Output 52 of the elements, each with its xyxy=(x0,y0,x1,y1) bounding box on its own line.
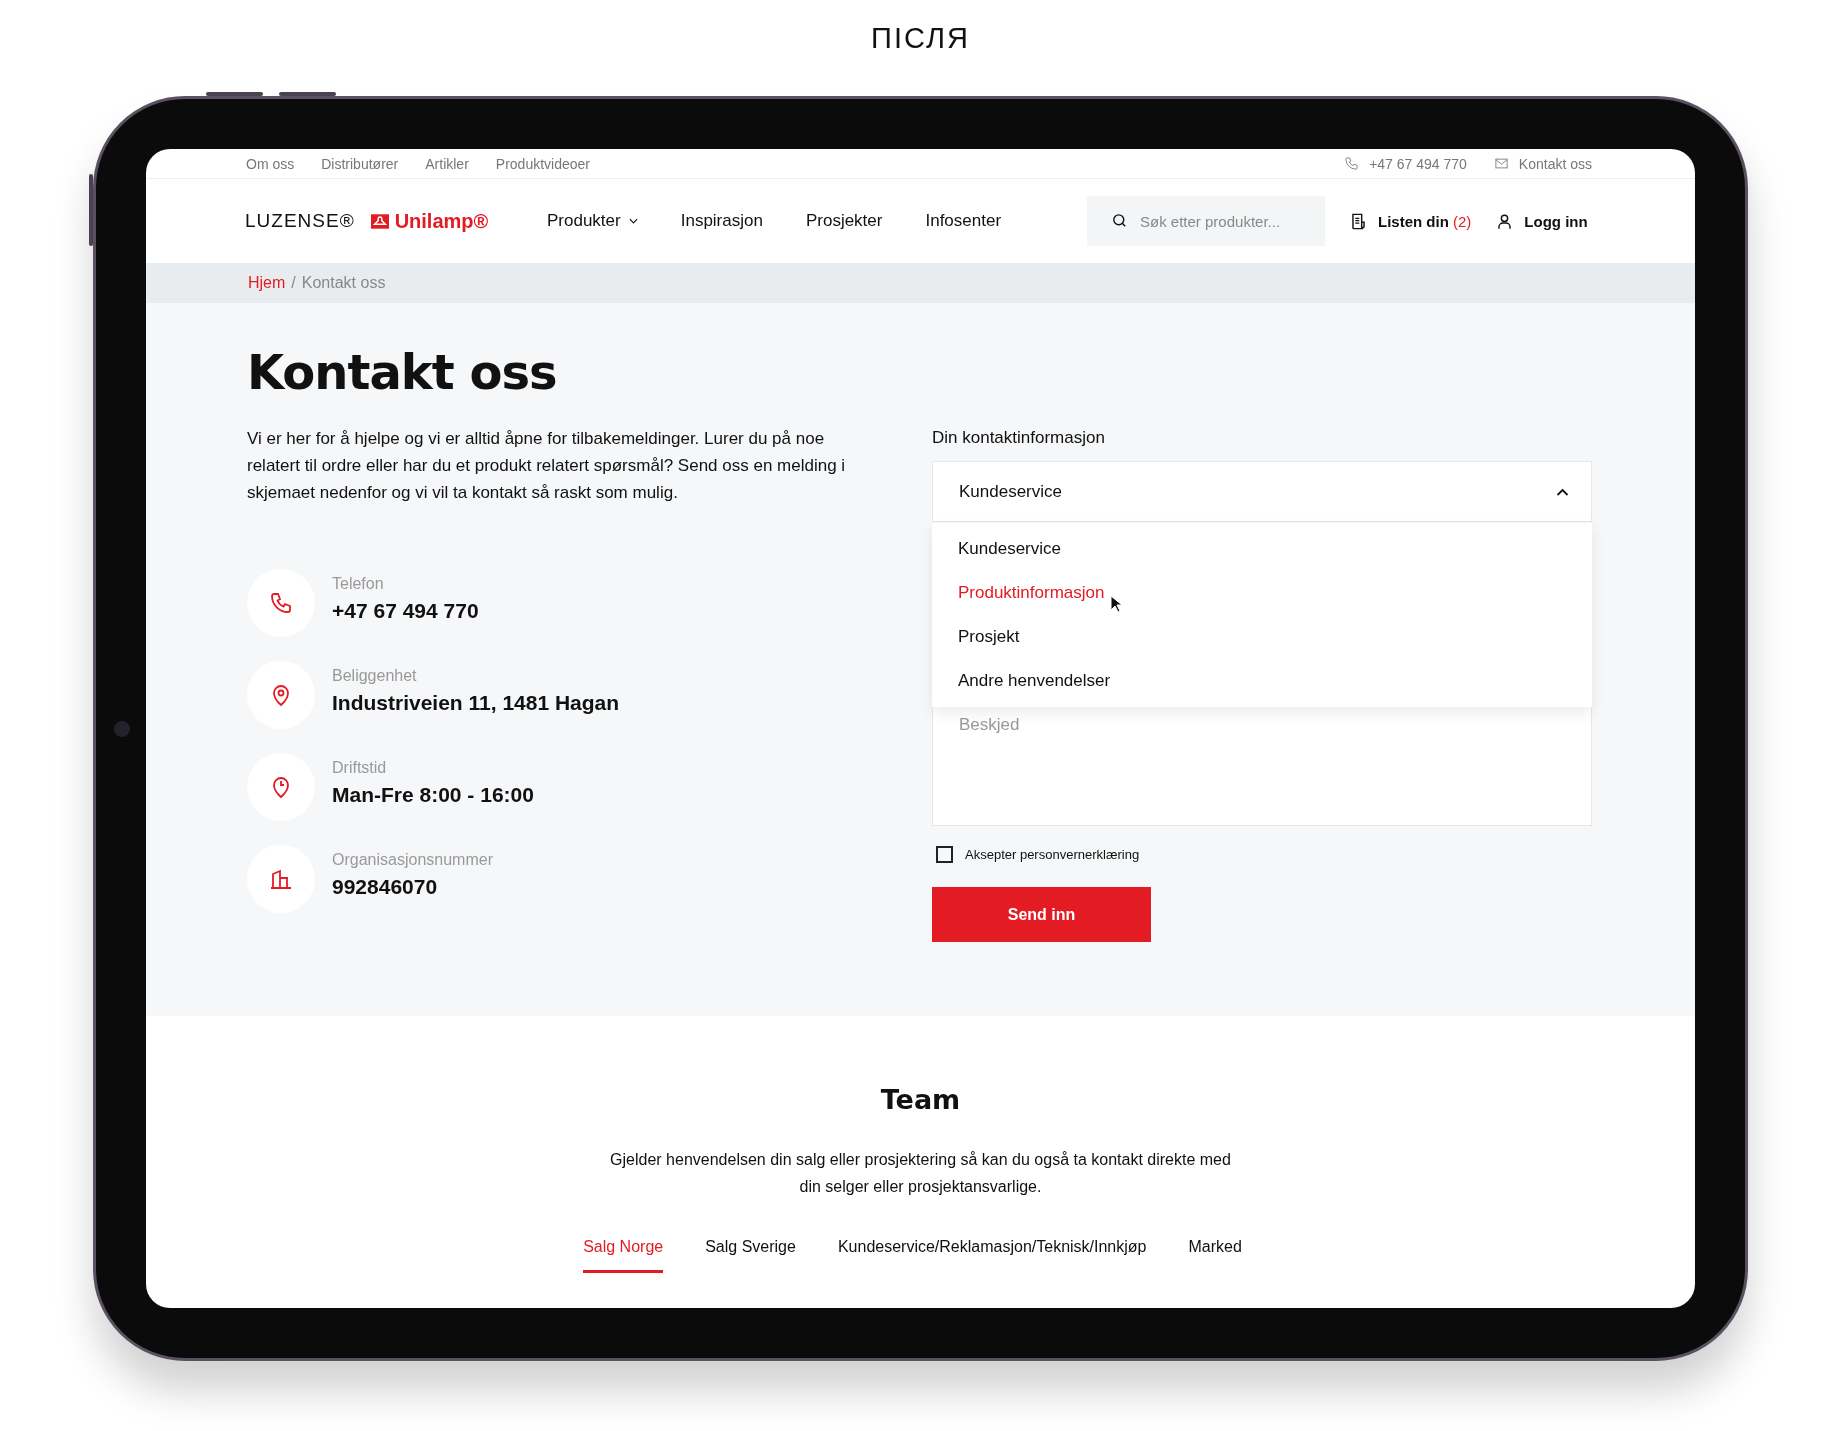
login-link[interactable]: Logg inn xyxy=(1524,212,1588,230)
dropdown-option[interactable]: Produktinformasjon xyxy=(932,571,1111,615)
brand-logo[interactable]: Unilamp® xyxy=(394,209,489,233)
contact-label: Beliggenhet xyxy=(332,667,418,685)
contact-value: Man-Fre 8:00 - 16:00 xyxy=(332,783,534,807)
contact-label: Driftstid xyxy=(332,759,388,777)
mouse-cursor-icon xyxy=(1110,595,1123,613)
phone-link[interactable]: +47 67 494 770 xyxy=(1369,155,1467,172)
team-text: Gjelder henvendelsen din salg eller prosjektering så kan du også ta kontakt direkte med din selger eller prosjektansvarlige. xyxy=(609,1150,1232,1197)
breadcrumb-item[interactable]: Hjem xyxy=(248,274,286,292)
brand-logo[interactable]: LUZENSE® xyxy=(245,210,355,232)
intro-text: Vi er her for å hjelpe og vi er alltid åpne for tilbakemeldinger. Lurer du på noe relatert til ordre eller har du et produkt relatert spørsmål? Send oss en melding i skjemaet nedenfor og vi vil ta kontakt så raskt som mulig. xyxy=(247,428,847,504)
mail-icon xyxy=(1493,156,1509,171)
search-field[interactable]: Søk etter produkter... xyxy=(1087,196,1325,246)
search-icon xyxy=(1111,212,1128,229)
team-tab[interactable]: Kundeservice/Reklamasjon/Teknisk/Innkjøp xyxy=(837,1230,1147,1273)
page-title: Kontakt oss xyxy=(247,343,558,401)
form-label: Din kontaktinformasjon xyxy=(932,427,1106,449)
contact-value: Industriveien 11, 1481 Hagan xyxy=(332,691,620,715)
dropdown-option[interactable]: Prosjekt xyxy=(932,615,1026,659)
contact-label: Organisasjonsnummer xyxy=(332,851,493,869)
nav-link[interactable]: Prosjekter xyxy=(805,211,883,231)
submit-button[interactable]: Send inn xyxy=(932,887,1151,942)
breadcrumb-separator: / xyxy=(291,274,296,292)
contact-label: Telefon xyxy=(332,575,385,593)
contact-value: 992846070 xyxy=(332,875,439,899)
top-link[interactable]: Om oss xyxy=(246,155,295,172)
phone-icon xyxy=(269,591,293,615)
dropdown-option[interactable]: Kundeservice xyxy=(932,527,1067,571)
consent-checkbox[interactable] xyxy=(936,846,953,863)
nav-link[interactable]: Inspirasjon xyxy=(680,211,763,231)
top-link[interactable]: Distributører xyxy=(321,155,399,172)
topic-select[interactable]: Kundeservice xyxy=(932,461,1592,522)
nav-link[interactable]: Produkter xyxy=(547,211,638,231)
team-tab[interactable]: Marked xyxy=(1188,1230,1242,1273)
page-caption: ПІСЛЯ xyxy=(871,21,970,56)
building-icon xyxy=(269,867,293,891)
nav-link[interactable]: Infosenter xyxy=(925,211,1002,231)
lamp-logo-icon xyxy=(370,213,389,229)
phone-icon xyxy=(1344,156,1360,171)
contact-link[interactable]: Kontakt oss xyxy=(1518,155,1592,172)
consent-label: Aksepter personvernerklæring xyxy=(965,847,1140,862)
list-link[interactable]: Listen din (2) xyxy=(1378,212,1472,230)
top-link[interactable]: Produktvideoer xyxy=(495,155,590,172)
team-tab[interactable]: Salg Sverige xyxy=(705,1230,796,1273)
section-title: Team xyxy=(880,1083,961,1117)
contact-value: +47 67 494 770 xyxy=(332,599,479,623)
top-link[interactable]: Artikler xyxy=(425,155,469,172)
list-icon xyxy=(1349,211,1368,231)
camera-icon xyxy=(114,721,130,737)
caret-icon xyxy=(1556,487,1569,496)
team-tab[interactable]: Salg Norge xyxy=(583,1230,664,1273)
